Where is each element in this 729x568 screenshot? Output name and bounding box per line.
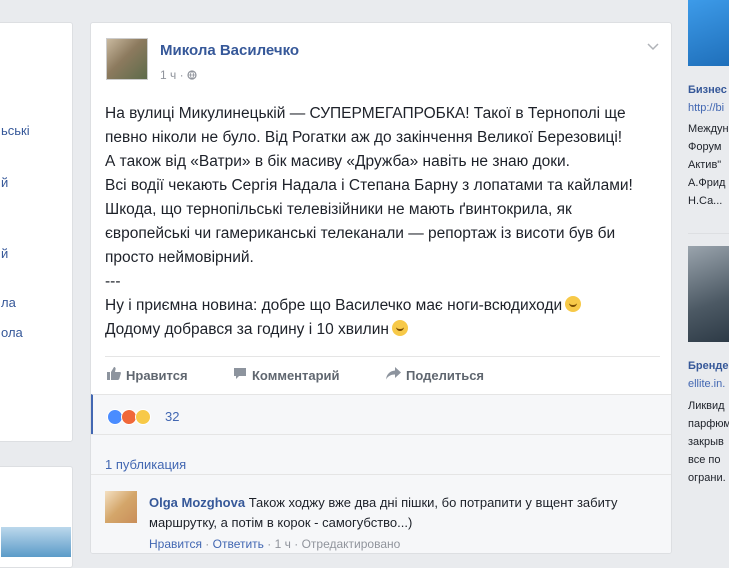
post-line-6: європейські чи гамериканські телеканали …: [105, 225, 616, 242]
shares-row: 1 публикация: [91, 434, 671, 475]
ad-1-line: Междун: [688, 123, 729, 135]
sidebar-link-4[interactable]: ла: [1, 295, 16, 310]
comment-time[interactable]: 1 ч: [275, 537, 291, 551]
left-sidebar: ьські й й ла ола: [0, 22, 73, 442]
reactions-count[interactable]: 32: [165, 409, 179, 424]
post-actions: Нравится Комментарий Поделиться: [105, 356, 660, 393]
feed-post: Микола Василечко 1 ч · На вулиці Микулин…: [90, 22, 672, 554]
shares-count[interactable]: 1 публикация: [105, 457, 186, 472]
post-line-3: А також від «Ватри» в бік масиву «Дружба…: [105, 153, 570, 170]
share-arrow-icon: [386, 367, 401, 383]
comment-edited[interactable]: Отредактировано: [302, 537, 401, 551]
ad-2-line: ограни.: [688, 472, 726, 484]
sidebar-link-2[interactable]: й: [1, 175, 8, 190]
sidebar-link-3[interactable]: й: [1, 246, 8, 261]
commenter-avatar[interactable]: [105, 491, 137, 523]
post-line-9: Ну і приємна новина: добре що Василечко …: [105, 294, 660, 318]
comment-button[interactable]: Комментарий: [233, 367, 340, 383]
thumbs-up-icon: [107, 367, 121, 383]
post-line-10: Додому добрався за годину і 10 хвилин: [105, 318, 660, 342]
post-meta: 1 ч ·: [160, 68, 197, 82]
ad-2-title[interactable]: Бренде: [688, 360, 729, 372]
ad-1-title[interactable]: Бизнес: [688, 84, 727, 96]
post-line-8: ---: [105, 273, 121, 290]
ad-divider: [688, 233, 729, 234]
post-author[interactable]: Микола Василечко: [160, 42, 299, 59]
ad-1-text: Междун Форум Актив" А.Фрид Н.Са...: [688, 120, 729, 210]
ad-1-line: А.Фрид: [688, 177, 726, 189]
post-time[interactable]: 1 ч: [160, 68, 176, 82]
ad-2-text: Ликвид парфюм закрыв все по ограни.: [688, 397, 729, 487]
post-line-2: певно ніколи не було. Від Рогатки аж до …: [105, 129, 623, 146]
share-button[interactable]: Поделиться: [386, 367, 484, 383]
sidebar-thumbnail[interactable]: [1, 527, 71, 557]
left-sidebar-card: [0, 466, 73, 568]
ad-2-line: парфюм: [688, 418, 729, 430]
sidebar-link-1[interactable]: ьські: [1, 123, 30, 138]
post-line-9-text: Ну і приємна новина: добре що Василечко …: [105, 297, 563, 314]
reactions-summary[interactable]: 32: [91, 394, 671, 435]
meta-separator: ·: [205, 537, 213, 551]
ad-2-line: закрыв: [688, 436, 724, 448]
comment-body: Olga Mozghova Також ходжу вже два дні пі…: [149, 493, 654, 533]
comment-label: Комментарий: [252, 368, 340, 383]
post-body: На вулиці Микулинецькій — СУПЕРМЕГАПРОБК…: [105, 102, 660, 342]
like-label: Нравится: [126, 368, 188, 383]
ad-1-line: Форум: [688, 141, 722, 153]
ad-1-line: Актив": [688, 159, 722, 171]
author-avatar[interactable]: [106, 38, 148, 80]
comments-section: Olga Mozghova Також ходжу вже два дні пі…: [91, 474, 671, 553]
post-line-4: Всі водії чекають Сергія Надала і Степан…: [105, 177, 633, 194]
smile-emoji-icon: [565, 296, 582, 312]
comment-meta: Нравится · Ответить · 1 ч · Отредактиров…: [149, 537, 400, 551]
meta-separator: ·: [294, 537, 302, 551]
ad-1-line: Н.Са...: [688, 195, 723, 207]
sad-reaction-icon: [135, 409, 151, 425]
meta-separator: ·: [267, 537, 275, 551]
ad-2-url[interactable]: ellite.in.: [688, 378, 725, 390]
share-label: Поделиться: [406, 368, 485, 383]
smile-emoji-icon: [391, 320, 408, 336]
sidebar-link-5[interactable]: ола: [1, 325, 23, 340]
meta-separator: ·: [179, 68, 187, 82]
right-sidebar: Бизнес http://bi Междун Форум Актив" А.Ф…: [680, 0, 729, 547]
post-line-10-text: Додому добрався за годину і 10 хвилин: [105, 321, 389, 338]
globe-icon: [187, 68, 197, 82]
ad-2-line: все по: [688, 454, 721, 466]
post-line-7: просто неймовірний.: [105, 249, 254, 266]
post-line-5: Шкода, що тернопільські телевізійники не…: [105, 201, 572, 218]
ad-image-2[interactable]: [688, 246, 729, 342]
post-line-1: На вулиці Микулинецькій — СУПЕРМЕГАПРОБК…: [105, 105, 626, 122]
ad-2-line: Ликвид: [688, 400, 725, 412]
commenter-name[interactable]: Olga Mozghova: [149, 495, 245, 510]
comment-icon: [233, 367, 247, 383]
ad-1-url[interactable]: http://bi: [688, 102, 724, 114]
ad-image-1[interactable]: [688, 0, 729, 66]
comment-reply-link[interactable]: Ответить: [213, 537, 264, 551]
post-options-chevron-icon[interactable]: [647, 39, 659, 54]
comment-like-link[interactable]: Нравится: [149, 537, 202, 551]
like-button[interactable]: Нравится: [107, 367, 188, 383]
